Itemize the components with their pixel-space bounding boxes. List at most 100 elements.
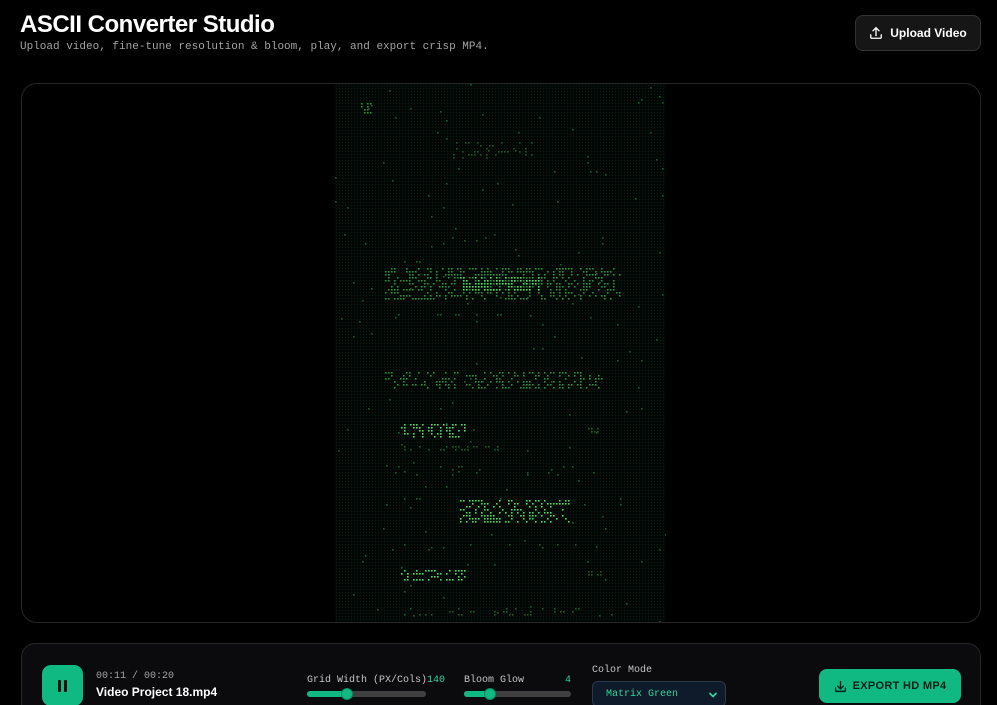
bloom-glow-slider-thumb[interactable] [483,688,496,700]
ascii-glyph [525,148,527,150]
ascii-glyph [592,280,594,282]
ascii-glyph [452,237,454,239]
ascii-glyph [589,274,591,276]
ascii-glyph [517,512,519,514]
ascii-glyph [607,271,609,273]
ascii-glyph [589,283,591,285]
ascii-glyph [538,283,540,285]
video-viewport[interactable] [21,83,981,623]
export-hd-mp4-button[interactable]: EXPORT HD MP4 [819,669,961,703]
ascii-glyph [580,298,582,300]
ascii-glyph [398,466,400,468]
ascii-glyph [451,283,453,285]
ascii-glyph [508,283,510,285]
ascii-glyph [419,579,421,581]
ascii-glyph [493,289,495,291]
upload-video-button[interactable]: Upload Video [855,15,981,51]
ascii-glyph [496,274,498,276]
ascii-glyph [568,500,570,502]
ascii-glyph [529,506,531,508]
ascii-glyph [453,157,455,159]
ascii-glyph [597,574,599,576]
ascii-glyph [496,268,498,270]
ascii-glyph [475,280,477,282]
color-mode-select[interactable]: Matrix Green [592,681,726,705]
ascii-glyph [422,436,424,438]
ascii-glyph [412,289,414,291]
ascii-glyph [460,509,462,511]
ascii-glyph [539,117,541,119]
ascii-glyph [605,528,607,530]
ascii-glyph [547,518,549,520]
ascii-glyph [532,515,534,517]
ascii-glyph [421,384,423,386]
ascii-glyph [553,280,555,282]
ascii-glyph [484,372,486,374]
ascii-glyph [484,521,486,523]
ascii-glyph [467,564,469,566]
ascii-glyph [472,518,474,520]
ascii-glyph [440,408,442,410]
ascii-glyph [422,573,424,575]
ascii-glyph [404,446,406,448]
pause-button[interactable] [42,665,83,705]
ascii-glyph [550,292,552,294]
ascii-glyph [562,271,564,273]
ascii-glyph [484,378,486,380]
bloom-glow-slider[interactable] [464,688,571,700]
ascii-glyph [490,521,492,523]
ascii-glyph [598,387,600,389]
ascii-glyph [443,207,445,209]
ascii-glyph [508,381,510,383]
ascii-glyph [604,286,606,288]
ascii-glyph [523,375,525,377]
ascii-glyph [436,295,438,297]
ascii-glyph [364,112,366,114]
ascii-glyph [407,433,409,435]
ascii-glyph [481,512,483,514]
ascii-glyph [598,378,600,380]
ascii-glyph [403,375,405,377]
ascii-glyph [519,151,521,153]
ascii-glyph [424,286,426,288]
ascii-glyph [583,289,585,291]
ascii-glyph [385,292,387,294]
ascii-glyph [431,576,433,578]
ascii-glyph [485,237,487,239]
ascii-glyph [430,268,432,270]
ascii-glyph [518,132,520,134]
ascii-glyph [463,292,465,294]
ascii-glyph [507,151,509,153]
ascii-glyph [502,372,504,374]
ascii-glyph [523,277,525,279]
ascii-glyph [416,424,418,426]
ascii-glyph [428,549,430,551]
ascii-glyph [490,512,492,514]
ascii-glyph [506,608,508,610]
ascii-glyph [535,506,537,508]
ascii-glyph [523,387,525,389]
ascii-glyph [659,252,661,254]
ascii-glyph [452,402,454,404]
ascii-glyph [394,268,396,270]
ascii-glyph [508,271,510,273]
ascii-glyph [469,375,471,377]
ascii-glyph [519,142,521,144]
ascii-glyph [529,292,531,294]
ascii-glyph [532,283,534,285]
grid-width-slider[interactable] [307,688,426,700]
ascii-glyph [475,378,477,380]
ascii-glyph [568,387,570,389]
ascii-glyph [548,472,550,474]
grid-width-slider-thumb[interactable] [341,688,354,700]
ascii-glyph [394,271,396,273]
ascii-glyph [531,142,533,144]
ascii-glyph [416,570,418,572]
ascii-glyph [557,544,559,546]
ascii-glyph [565,268,567,270]
ascii-glyph [406,280,408,282]
ascii-glyph [455,228,457,230]
ascii-glyph [421,289,423,291]
ascii-glyph [619,295,621,297]
ascii-glyph [427,298,429,300]
